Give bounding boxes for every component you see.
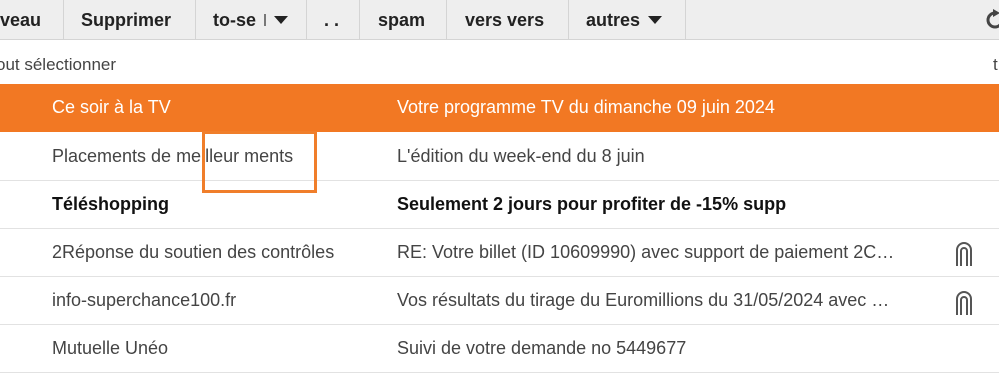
spam-button[interactable]: spam — [378, 0, 425, 40]
divider-mark — [264, 13, 267, 26]
more-actions-dropdown[interactable]: autres — [586, 0, 663, 40]
toolbar-button-label: spam — [378, 10, 426, 30]
toolbar-button-label: to-se — [213, 10, 257, 30]
message-sender: Ce soir à la TV — [52, 97, 171, 117]
message-row[interactable]: Placements de meilleur ments L'édition d… — [0, 132, 999, 181]
message-subject: Seulement 2 jours pour profiter de -15% … — [397, 194, 787, 214]
delete-button[interactable]: Supprimer — [81, 0, 171, 40]
message-sender: 2Réponse du soutien des contrôles — [52, 242, 335, 262]
toolbar-divider — [306, 0, 307, 40]
message-subject: Suivi de votre demande no 5449677 — [397, 338, 687, 358]
toolbar-button-label: vers vers — [465, 10, 545, 30]
select-bar-right-text: t — [993, 55, 998, 74]
move-button[interactable]: vers vers — [465, 0, 544, 40]
toolbar-button-label: autres — [586, 10, 641, 30]
toolbar-button-dots[interactable]: . . — [324, 0, 339, 40]
chevron-down-icon — [274, 15, 289, 24]
select-all-bar: out sélectionner t — [0, 40, 999, 84]
toolbar-button-label: . . — [324, 10, 340, 30]
toolbar-divider — [446, 0, 447, 40]
toolbar-divider — [359, 0, 360, 40]
toolbar-divider — [685, 0, 686, 40]
move-to-dropdown[interactable]: to-se — [213, 0, 289, 40]
message-sender: info-superchance100.fr — [52, 290, 237, 310]
message-sender: Téléshopping — [52, 194, 169, 214]
attachment-icon — [956, 242, 972, 266]
message-sender: Mutuelle Unéo — [52, 338, 169, 358]
toolbar-divider — [195, 0, 196, 40]
select-all-link[interactable]: out sélectionner — [0, 55, 116, 75]
message-subject: Votre programme TV du dimanche 09 juin 2… — [397, 97, 775, 117]
message-row[interactable]: Mutuelle Unéo Suivi de votre demande no … — [0, 325, 999, 373]
attachment-icon — [956, 291, 972, 315]
toolbar-button-label: veau — [0, 10, 42, 30]
message-row[interactable]: Téléshopping Seulement 2 jours pour prof… — [0, 181, 999, 229]
message-subject: RE: Votre billet (ID 10609990) avec supp… — [397, 242, 895, 262]
message-subject: Vos résultats du tirage du Euromillions … — [397, 290, 890, 310]
toolbar: veau Supprimer to-se . . spam vers vers … — [0, 0, 999, 40]
chevron-down-icon — [648, 15, 663, 24]
message-subject: L'édition du week-end du 8 juin — [397, 146, 645, 166]
message-row[interactable]: info-superchance100.fr Vos résultats du … — [0, 277, 999, 325]
toolbar-divider — [63, 0, 64, 40]
refresh-icon[interactable] — [984, 9, 999, 31]
message-row[interactable]: 2Réponse du soutien des contrôles RE: Vo… — [0, 229, 999, 277]
toolbar-divider — [568, 0, 569, 40]
toolbar-button-label: Supprimer — [81, 10, 172, 30]
message-row[interactable]: Ce soir à la TV Votre programme TV du di… — [0, 84, 999, 132]
annotation-highlight-box — [202, 131, 317, 193]
toolbar-button-niveau[interactable]: veau — [0, 0, 41, 40]
